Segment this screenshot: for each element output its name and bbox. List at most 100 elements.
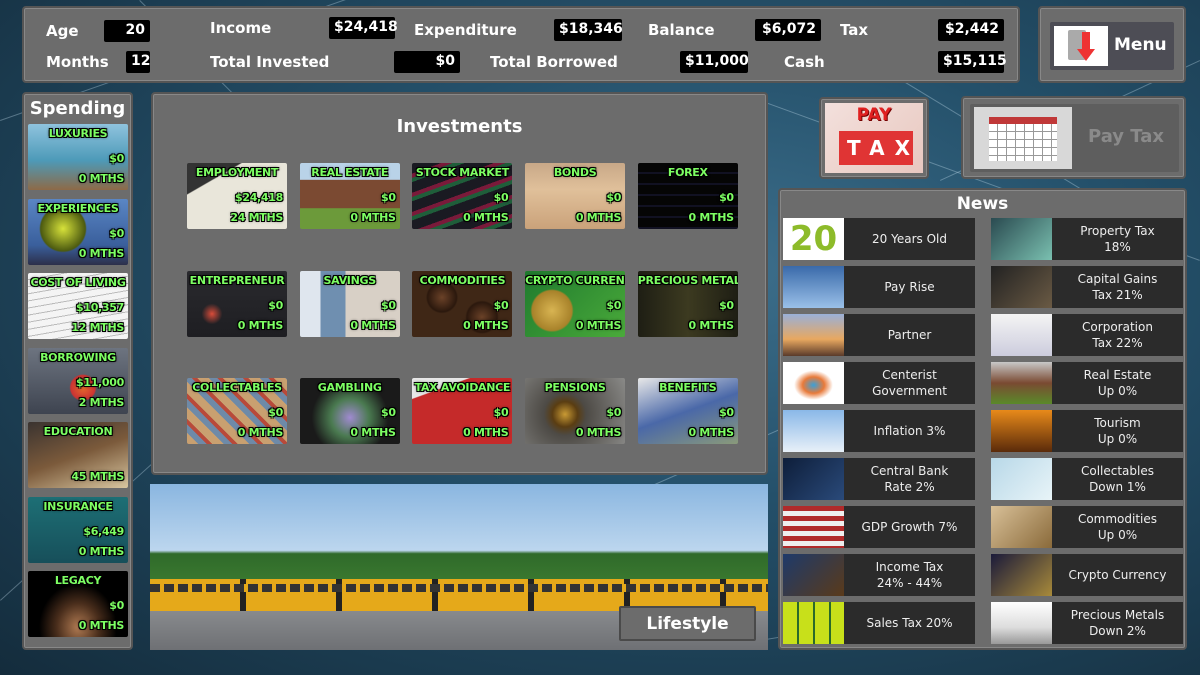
- tile-months: 0 MTHS: [575, 426, 622, 439]
- tile-title: Commodities: [419, 273, 506, 287]
- tax-label: Tax: [840, 21, 869, 39]
- investments-panel: Investments Employment $24,418 24 MTHS Real…: [151, 92, 768, 475]
- card-title: Legacy: [54, 574, 102, 587]
- news-item-property-tax-18[interactable]: Property Tax 18%: [991, 218, 1183, 260]
- months-value: 12: [126, 51, 150, 73]
- news-item-crypto-currency[interactable]: Crypto Currency: [991, 554, 1183, 596]
- news-item-pay-rise[interactable]: Pay Rise: [783, 266, 975, 308]
- investment-tile-real-estate[interactable]: Real Estate $0 0 MTHS: [299, 163, 400, 229]
- news-item-sales-tax-20[interactable]: Sales Tax 20%: [783, 602, 975, 644]
- news-thumbnail: [991, 602, 1052, 644]
- news-thumbnail: [991, 218, 1052, 260]
- tile-months: 0 MTHS: [463, 318, 509, 332]
- investment-tile-gambling[interactable]: Gambling $0 0 MTHS: [299, 378, 400, 444]
- investment-tile-stock-market[interactable]: Stock Market $0 0 MTHS: [412, 163, 513, 229]
- tile-value: $0: [606, 406, 622, 419]
- news-thumbnail: [783, 554, 844, 596]
- card-months: 0 MTHS: [78, 544, 125, 558]
- tile-months: 0 MTHS: [575, 318, 622, 332]
- tile-value: $0: [606, 191, 622, 204]
- tax-dice-text: TAX: [839, 131, 913, 165]
- news-item-collectables-down-1[interactable]: Collectables Down 1%: [991, 458, 1183, 500]
- news-item-corporation-tax-22[interactable]: Corporation Tax 22%: [991, 314, 1183, 356]
- total-borrowed-label: Total Borrowed: [490, 53, 618, 71]
- tile-value: $0: [719, 191, 734, 204]
- news-item-centerist-government[interactable]: Centerist Government: [783, 362, 975, 404]
- news-item-partner[interactable]: Partner: [783, 314, 975, 356]
- spending-card-cost-of-living[interactable]: Cost of Living $10,357 12 MTHS: [28, 273, 128, 339]
- investment-tile-collectables[interactable]: Collectables $0 0 MTHS: [187, 378, 287, 444]
- lifestyle-label: Lifestyle: [646, 614, 729, 634]
- news-item-inflation-3[interactable]: Inflation 3%: [783, 410, 975, 452]
- income-value: $24,418: [329, 17, 398, 39]
- menu-button[interactable]: Menu: [1050, 22, 1174, 70]
- news-item-tourism-up-0[interactable]: Tourism Up 0%: [991, 410, 1183, 452]
- expenditure-label: Expenditure: [414, 21, 517, 39]
- investment-tile-employment[interactable]: Employment $24,418 24 MTHS: [187, 163, 287, 229]
- pay-tax-panel: Pay Tax: [961, 96, 1186, 179]
- news-text: 20 Years Old: [872, 232, 947, 246]
- news-item-capital-gains-tax-21[interactable]: Capital Gains Tax 21%: [991, 266, 1183, 308]
- card-months: 12 MTHS: [71, 321, 124, 334]
- news-text: Sales Tax 20%: [866, 616, 953, 630]
- tile-title: Precious Metals: [637, 273, 738, 287]
- expenditure-value: $18,346: [554, 19, 623, 41]
- card-title: Borrowing: [40, 350, 116, 364]
- spending-card-legacy[interactable]: Legacy $0 0 MTHS: [28, 571, 128, 637]
- investment-tile-entrepreneur[interactable]: Entrepreneur $0 0 MTHS: [187, 270, 287, 337]
- investment-tile-crypto-currency[interactable]: Crypto Currency $0 0 MTHS: [525, 270, 626, 337]
- news-thumbnail: [991, 362, 1052, 404]
- tax-value: $2,442: [938, 19, 1004, 41]
- news-item-gdp-growth-7[interactable]: GDP Growth 7%: [783, 506, 975, 548]
- news-text: Capital Gains Tax 21%: [1077, 272, 1158, 302]
- news-item-precious-metals-down-2[interactable]: Precious Metals Down 2%: [991, 602, 1183, 644]
- news-thumbnail: [991, 410, 1052, 452]
- news-item-real-estate-up-0[interactable]: Real Estate Up 0%: [991, 362, 1183, 404]
- spending-card-insurance[interactable]: Insurance $6,449 0 MTHS: [28, 496, 128, 563]
- tile-months: 0 MTHS: [688, 426, 735, 439]
- news-thumbnail: [783, 410, 844, 452]
- cash-label: Cash: [784, 53, 825, 71]
- investment-tile-benefits[interactable]: Benefits $0 0 MTHS: [637, 378, 738, 444]
- spending-card-experiences[interactable]: Experiences $0 0 MTHS: [28, 198, 128, 265]
- investment-tile-precious-metals[interactable]: Precious Metals $0 0 MTHS: [637, 270, 738, 337]
- investments-title: Investments: [396, 116, 523, 137]
- investment-tile-tax-avoidance[interactable]: Tax Avoidance $0 0 MTHS: [412, 378, 513, 444]
- cash-value: $15,115: [938, 51, 1007, 73]
- tile-title: Employment: [195, 166, 279, 179]
- pay-tax-image-panel[interactable]: PAY TAX: [819, 97, 929, 179]
- pay-text: PAY: [856, 105, 892, 125]
- news-panel: News 20 20 Years Old Property Tax 18% Pay R…: [778, 188, 1187, 650]
- investment-tile-savings[interactable]: Savings $0 0 MTHS: [299, 270, 400, 337]
- news-item-commodities-up-0[interactable]: Commodities Up 0%: [991, 506, 1183, 548]
- tile-value: $0: [268, 406, 283, 419]
- investment-tile-forex[interactable]: Forex $0 0 MTHS: [637, 163, 738, 229]
- card-value: $0: [109, 226, 124, 240]
- tile-value: $0: [493, 406, 509, 419]
- pay-tax-button[interactable]: Pay Tax: [970, 104, 1179, 172]
- tile-value: $24,418: [234, 191, 283, 204]
- news-item-income-tax-24-44[interactable]: Income Tax 24% - 44%: [783, 554, 975, 596]
- card-title: Cost of Living: [30, 276, 126, 289]
- investment-tile-bonds[interactable]: Bonds $0 0 MTHS: [525, 163, 626, 229]
- thumbnail-number: 20: [789, 219, 838, 259]
- lifestyle-button[interactable]: Lifestyle: [619, 606, 756, 641]
- menu-panel: Menu: [1038, 6, 1186, 83]
- tile-value: $0: [719, 298, 734, 312]
- spending-card-borrowing[interactable]: Borrowing $11,000 2 MTHS: [28, 347, 128, 414]
- card-months: 0 MTHS: [78, 619, 125, 632]
- tile-title: Stock Market: [415, 166, 509, 179]
- balance-value: $6,072: [755, 19, 821, 41]
- tile-months: 0 MTHS: [237, 318, 284, 332]
- investment-tile-commodities[interactable]: Commodities $0 0 MTHS: [412, 270, 513, 337]
- investment-tile-pensions[interactable]: Pensions $0 0 MTHS: [525, 378, 626, 444]
- spending-card-education[interactable]: Education 45 MTHS: [28, 422, 128, 488]
- tile-title: Forex: [667, 166, 708, 179]
- news-item-20-years-old[interactable]: 20 20 Years Old: [783, 218, 975, 260]
- news-thumbnail: [783, 602, 844, 644]
- tile-months: 0 MTHS: [350, 426, 396, 439]
- tile-months: 0 MTHS: [575, 211, 622, 224]
- news-item-central-bank-rate-2[interactable]: Central Bank Rate 2%: [783, 458, 975, 500]
- spending-card-luxuries[interactable]: Luxuries $0 0 MTHS: [28, 124, 128, 190]
- news-text: Tourism Up 0%: [1094, 416, 1141, 446]
